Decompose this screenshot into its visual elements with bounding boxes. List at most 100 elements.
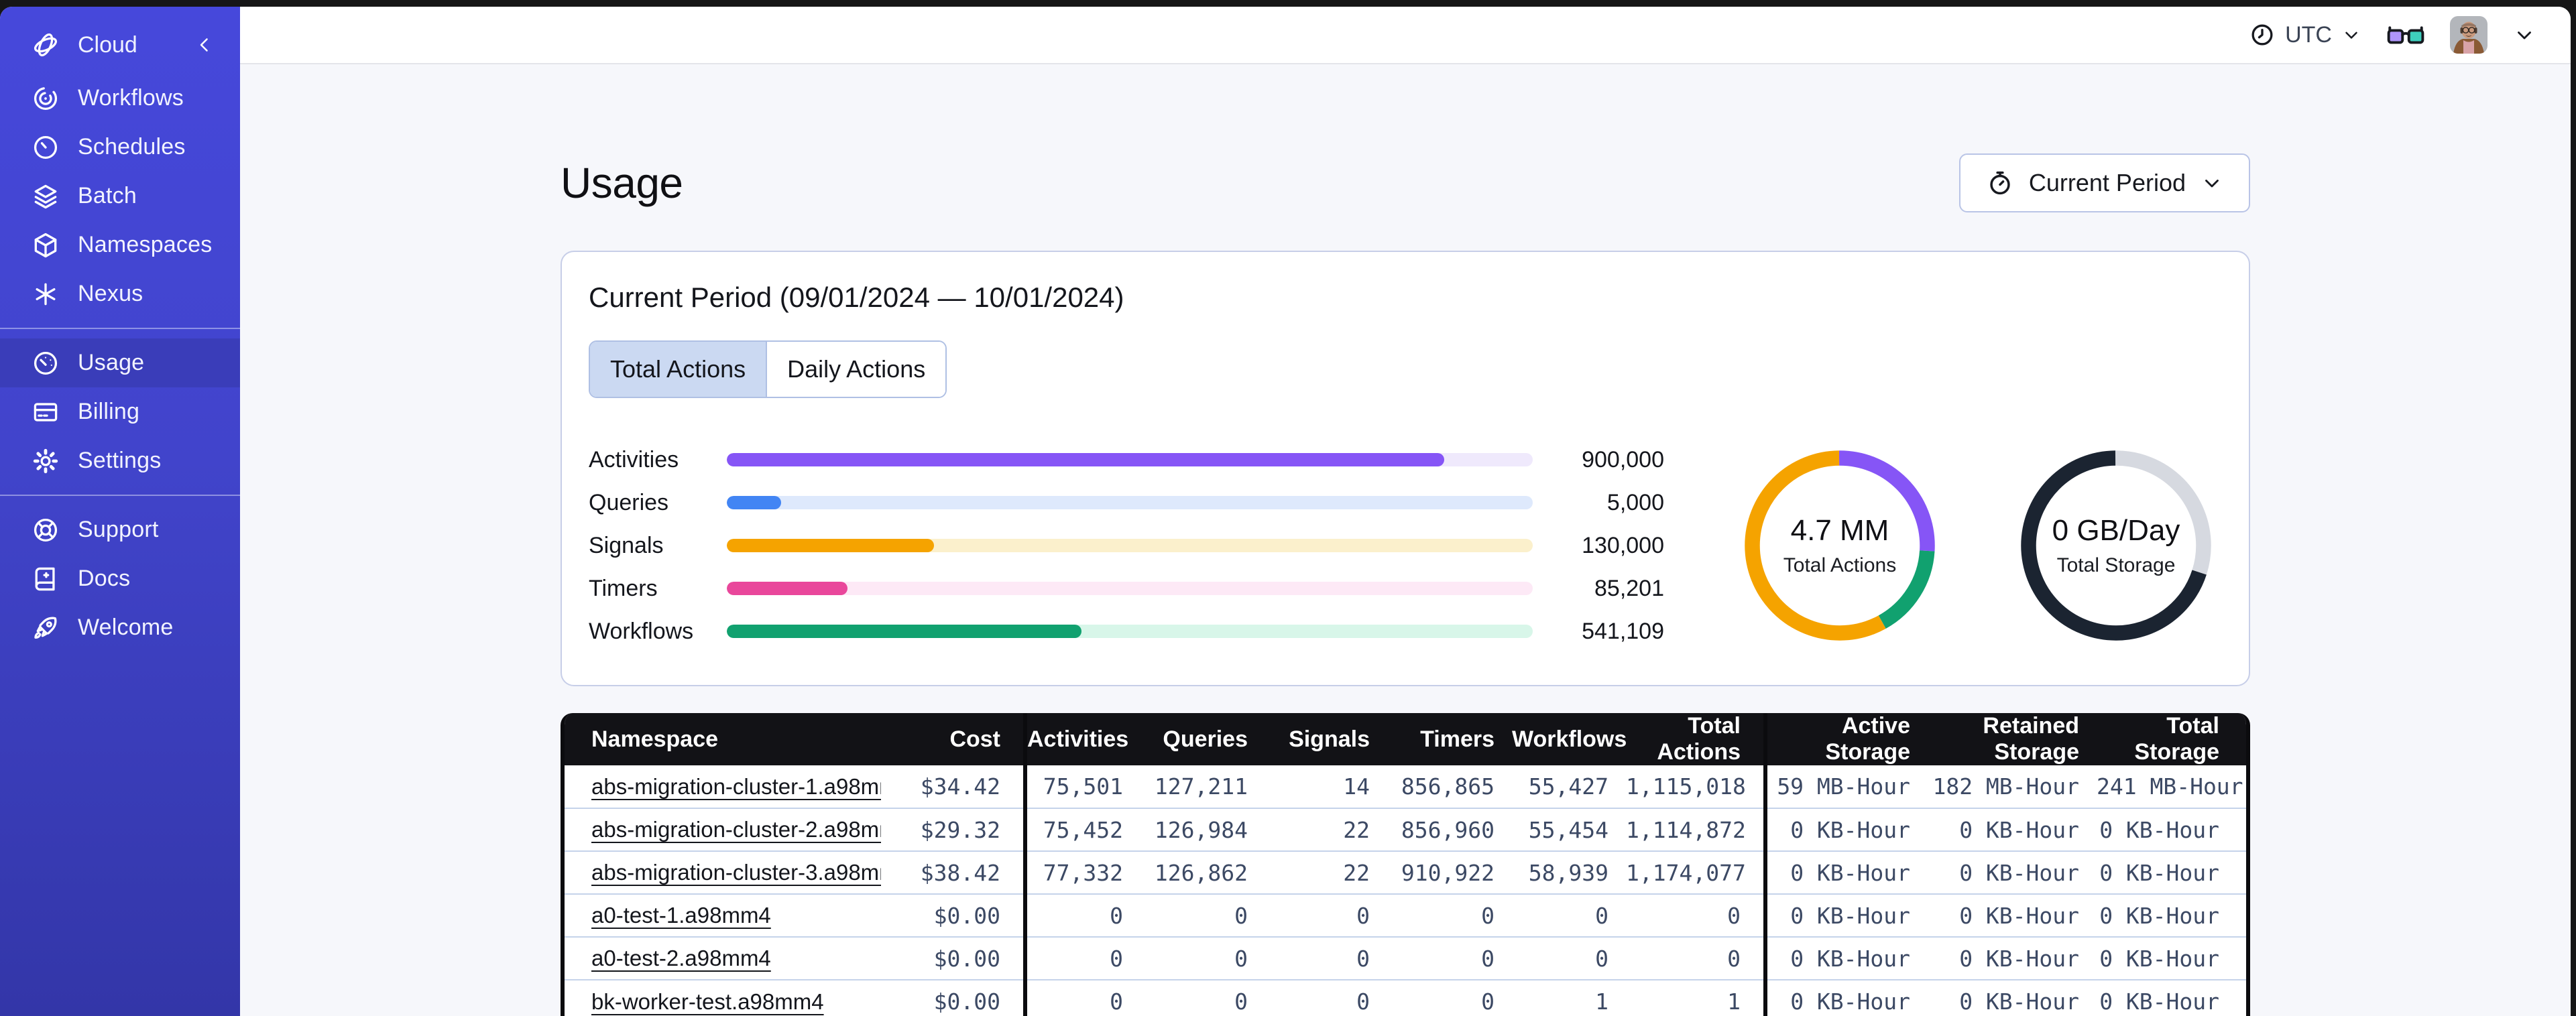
table-cell: 0 KB-Hour (1928, 979, 2097, 1016)
user-avatar[interactable] (2450, 16, 2487, 54)
table-cell: $34.42 (881, 765, 1027, 808)
period-selector-button[interactable]: Current Period (1958, 153, 2250, 212)
table-cell: bk-worker-test.a98mm4 (565, 979, 881, 1016)
sidebar-item-label: Batch (78, 183, 137, 208)
tab-total-actions[interactable]: Total Actions (590, 342, 766, 397)
sidebar-item-support[interactable]: Support (0, 505, 240, 554)
page-title: Usage (561, 159, 683, 207)
namespace-link[interactable]: bk-worker-test.a98mm4 (591, 989, 824, 1014)
account-chevron-down-icon[interactable] (2513, 23, 2536, 46)
chevron-down-icon (2205, 180, 2219, 188)
namespace-usage-table: Namespace Cost Activities Queries Signals Tim… (561, 713, 2250, 1016)
usage-bar-track (727, 539, 1533, 552)
sidebar-item-docs[interactable]: Docs (0, 554, 240, 603)
sidebar-item-label: Docs (78, 566, 131, 591)
sidebar-item-settings[interactable]: Settings (0, 436, 240, 485)
sidebar-section-account: Usage Billing Settings (0, 328, 240, 495)
table-header-cell: Total Actions (1626, 713, 1767, 765)
table-cell: 910,922 (1387, 850, 1512, 894)
table-cell: 0 KB-Hour (1765, 893, 1928, 937)
sidebar-item-workflows[interactable]: Workflows (0, 74, 240, 123)
content-scroll-area[interactable]: Usage Current Period Current Period (09/… (240, 64, 2571, 1016)
workflows-icon (34, 86, 58, 110)
table-cell: 856,865 (1387, 765, 1512, 808)
usage-bar-fill (727, 625, 1081, 638)
table-cell: 1,114,872 (1626, 808, 1767, 851)
table-cell: 14 (1265, 765, 1387, 808)
namespace-link[interactable]: a0-test-2.a98mm4 (591, 946, 771, 970)
namespace-link[interactable]: abs-migration-cluster-2.a98mm4 (591, 817, 881, 842)
usage-bar-label: Signals (589, 532, 664, 558)
usage-bar-track (727, 453, 1533, 466)
usage-bar-fill (727, 539, 934, 552)
usage-bar-row: Queries 5,000 (589, 481, 1664, 524)
docs-book-icon (35, 567, 55, 590)
sidebar-item-welcome[interactable]: Welcome (0, 603, 240, 652)
app-window: Cloud Workflows Schedules Batch Namespac… (0, 7, 2571, 1016)
usage-bar-label: Queries (589, 489, 669, 515)
table-cell: 0 (1025, 936, 1140, 980)
usage-bars: Activities 900,000 Queries 5,000 Signals 130,… (589, 438, 1664, 653)
tab-daily-actions[interactable]: Daily Actions (766, 342, 946, 397)
sidebar-brand: Cloud (0, 16, 240, 74)
namespace-link[interactable]: abs-migration-cluster-3.a98mm4 (591, 860, 881, 885)
table-body: abs-migration-cluster-1.a98mm4 $34.42 75,5… (565, 765, 2246, 1016)
table-row: abs-migration-cluster-2.a98mm4 $29.32 75,4… (565, 808, 2246, 851)
schedules-icon (34, 135, 58, 159)
table-cell: 0 (1512, 936, 1626, 980)
table-cell: 856,960 (1387, 808, 1512, 851)
sidebar-item-schedules[interactable]: Schedules (0, 123, 240, 172)
table-cell: $0.00 (881, 893, 1027, 937)
table-row: abs-migration-cluster-3.a98mm4 $38.42 77,3… (565, 850, 2246, 894)
total-actions-donut: 4.7 MM Total Actions (1739, 445, 1940, 646)
table-row: abs-migration-cluster-1.a98mm4 $34.42 75,5… (565, 765, 2246, 808)
actions-view-toggle: Total Actions Daily Actions (589, 340, 947, 398)
table-cell: 1,115,018 (1626, 765, 1767, 808)
labs-glasses-icon[interactable] (2387, 23, 2424, 47)
table-cell: 0 (1387, 979, 1512, 1016)
table-cell: 0 KB-Hour (1765, 808, 1928, 851)
sidebar-item-label: Welcome (78, 615, 174, 640)
sidebar-item-billing[interactable]: Billing (0, 387, 240, 436)
usage-bar-value: 130,000 (1582, 532, 1664, 558)
table-cell: 55,454 (1512, 808, 1626, 851)
sidebar-item-nexus[interactable]: Nexus (0, 269, 240, 318)
namespace-link[interactable]: abs-migration-cluster-1.a98mm4 (591, 774, 881, 799)
namespaces-icon (34, 233, 57, 257)
sidebar-item-label: Usage (78, 350, 145, 375)
table-cell: 0 (1512, 893, 1626, 937)
sidebar-item-batch[interactable]: Batch (0, 172, 240, 220)
usage-bar-fill (727, 453, 1444, 466)
total-actions-caption: Total Actions (1783, 554, 1897, 576)
namespace-link[interactable]: a0-test-1.a98mm4 (591, 903, 771, 928)
usage-bar-label: Workflows (589, 618, 694, 644)
batch-icon (34, 184, 57, 208)
cloud-logo-icon (34, 33, 58, 57)
table-header-cell: Total Storage (2097, 713, 2246, 765)
table-cell: 182 MB-Hour (1928, 765, 2097, 808)
total-storage-value: 0 GB/Day (2052, 514, 2180, 547)
sidebar-item-label: Workflows (78, 85, 184, 111)
table-row: a0-test-2.a98mm4 $0.00 0 0 0 0 0 0 0 KB-Hour 0 KB… (565, 936, 2246, 980)
sidebar-item-label: Support (78, 517, 159, 542)
table-cell: 0 (1265, 979, 1387, 1016)
usage-bar-value: 85,201 (1594, 575, 1664, 601)
table-cell: 75,501 (1025, 765, 1140, 808)
sidebar-item-usage[interactable]: Usage (0, 338, 240, 387)
table-cell: 0 KB-Hour (1765, 936, 1928, 980)
usage-bar-row: Timers 85,201 (589, 567, 1664, 610)
table-cell: 0 (1140, 893, 1265, 937)
usage-bar-track (727, 625, 1533, 638)
table-cell: 0 (1387, 893, 1512, 937)
current-period-card: Current Period (09/01/2024 — 10/01/2024)… (561, 251, 2250, 686)
table-cell: 58,939 (1512, 850, 1626, 894)
table-cell: 59 MB-Hour (1765, 765, 1928, 808)
usage-gauge-icon (34, 351, 58, 375)
timezone-dropdown[interactable]: UTC (2249, 21, 2361, 48)
sidebar-item-label: Nexus (78, 281, 143, 306)
table-header-cell: Namespace (565, 713, 881, 765)
table-header-cell: Activities (1025, 713, 1140, 765)
sidebar-item-namespaces[interactable]: Namespaces (0, 220, 240, 269)
table-header-cell: Active Storage (1765, 713, 1928, 765)
collapse-sidebar-icon[interactable] (193, 34, 216, 56)
